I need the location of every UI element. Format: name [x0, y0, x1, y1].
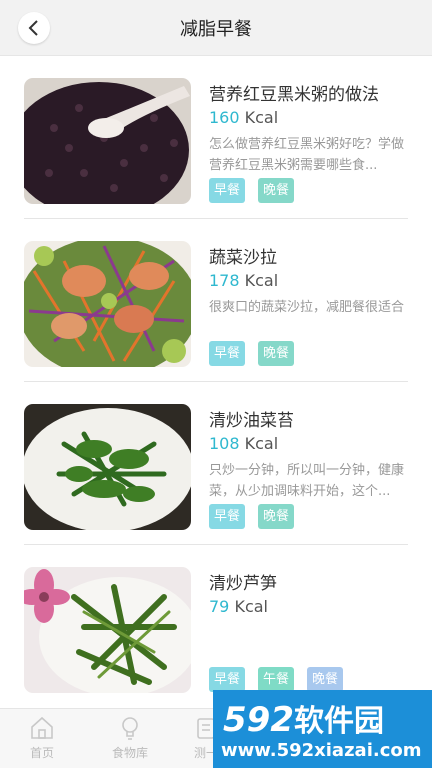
home-icon — [31, 716, 53, 739]
recipe-kcal: 108 Kcal — [209, 434, 279, 453]
recipe-name: 清炒芦笋 — [209, 574, 277, 594]
recipe-description — [209, 623, 408, 665]
recipe-kcal: 79 Kcal — [209, 597, 268, 616]
tag-breakfast[interactable]: 早餐 — [209, 667, 246, 692]
recipe-tags: 早餐 晚餐 — [209, 341, 295, 366]
recipe-name: 清炒油菜苔 — [209, 411, 294, 431]
recipe-item[interactable]: 清炒芦笋 79 Kcal 早餐 午餐 晚餐 — [24, 545, 408, 708]
tag-breakfast[interactable]: 早餐 — [209, 178, 246, 203]
tag-dinner[interactable]: 晚餐 — [258, 341, 295, 366]
watermark-logo: 592软件园 www.592xiazai.com — [213, 690, 432, 768]
recipe-description: 怎么做营养红豆黑米粥好吃？学做营养红豆黑米粥需要哪些食... — [209, 137, 405, 173]
recipe-list: 营养红豆黑米粥的做法 160 Kcal 怎么做营养红豆黑米粥好吃？学做营养红豆黑… — [0, 56, 432, 708]
tag-breakfast[interactable]: 早餐 — [209, 504, 246, 529]
tag-dinner[interactable]: 晚餐 — [258, 504, 295, 529]
tag-lunch[interactable]: 午餐 — [258, 667, 295, 692]
watermark-url: www.592xiazai.com — [221, 740, 422, 761]
recipe-thumbnail — [24, 567, 191, 693]
recipe-item[interactable]: 清炒油菜苔 108 Kcal 只炒一分钟，所以叫一分钟，健康菜，从少加调味料开始… — [24, 382, 408, 545]
app-header: 减脂早餐 — [0, 0, 432, 56]
tag-breakfast[interactable]: 早餐 — [209, 341, 246, 366]
tab-label: 首页 — [29, 746, 54, 760]
recipe-description: 很爽口的蔬菜沙拉，减肥餐很适合 — [209, 300, 405, 315]
recipe-name: 蔬菜沙拉 — [209, 248, 277, 268]
tab-food-library[interactable]: 食物库 — [98, 715, 162, 761]
tag-dinner[interactable]: 晚餐 — [307, 667, 344, 692]
recipe-thumbnail — [24, 404, 191, 530]
recipe-thumbnail — [24, 241, 191, 367]
recipe-tags: 早餐 晚餐 — [209, 178, 295, 203]
page-title: 减脂早餐 — [180, 19, 252, 40]
recipe-name: 营养红豆黑米粥的做法 — [209, 85, 379, 105]
recipe-kcal: 160 Kcal — [209, 108, 279, 127]
recipe-tags: 早餐 晚餐 — [209, 504, 295, 529]
watermark-brand: 592软件园 — [223, 700, 384, 740]
tab-label: 食物库 — [111, 746, 148, 760]
recipe-kcal: 178 Kcal — [209, 271, 279, 290]
recipe-thumbnail — [24, 78, 191, 204]
tab-home[interactable]: 首页 — [10, 715, 74, 761]
lightbulb-icon — [122, 717, 138, 740]
recipe-tags: 早餐 午餐 晚餐 — [209, 667, 344, 692]
tag-dinner[interactable]: 晚餐 — [258, 178, 295, 203]
recipe-item[interactable]: 蔬菜沙拉 178 Kcal 很爽口的蔬菜沙拉，减肥餐很适合 早餐 晚餐 — [24, 219, 408, 382]
recipe-item[interactable]: 营养红豆黑米粥的做法 160 Kcal 怎么做营养红豆黑米粥好吃？学做营养红豆黑… — [24, 56, 408, 219]
recipe-description: 只炒一分钟，所以叫一分钟，健康菜，从少加调味料开始，这个... — [209, 463, 405, 499]
